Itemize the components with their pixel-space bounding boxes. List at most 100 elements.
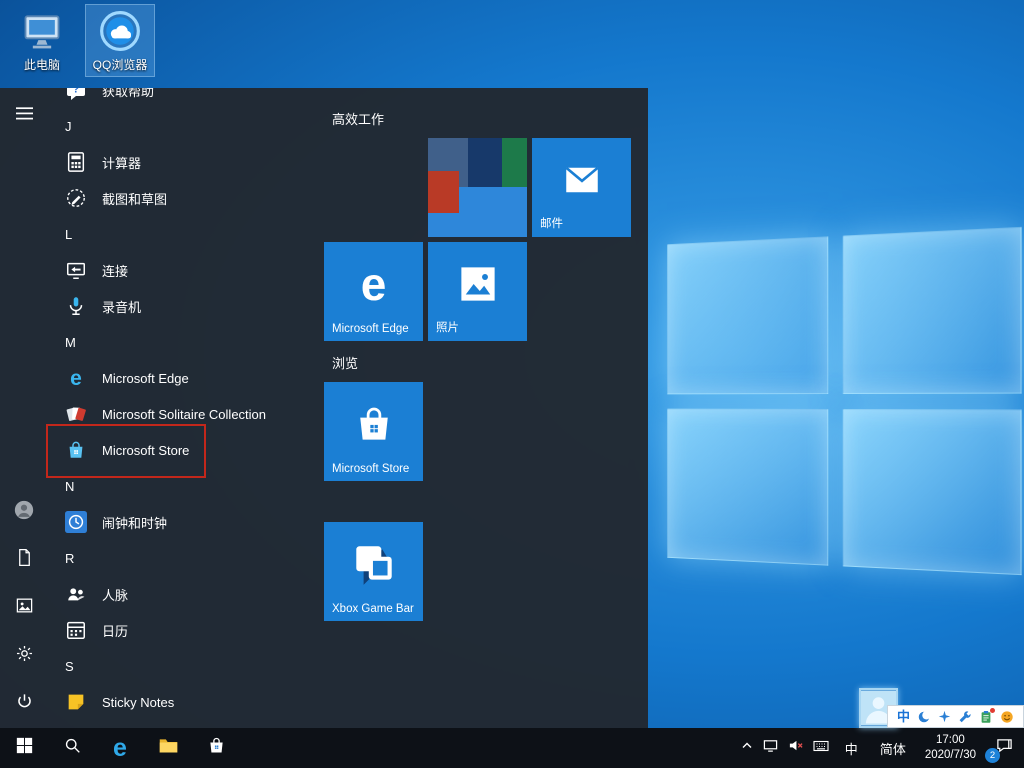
tile-label: Microsoft Edge [332,323,409,335]
tile-photos[interactable]: 照片 [428,242,527,341]
tile-xbox-game-bar[interactable]: Xbox Game Bar [324,522,423,621]
document-icon [15,548,34,572]
app-label: 录音机 [102,297,141,316]
tile-group-title: 浏览 [332,353,358,372]
start-section-header-s[interactable]: S [48,648,322,684]
search-button[interactable] [48,728,96,768]
start-app-sticky-notes[interactable]: Sticky Notes [48,684,322,720]
annotation-red-box [46,424,206,478]
tile-group-title: 高效工作 [332,109,384,128]
start-section-header-r[interactable]: R [48,540,322,576]
voice-recorder-icon [64,294,88,318]
ime-mode-button[interactable]: 中 [834,728,869,768]
settings-button[interactable] [0,632,48,680]
snip-sketch-icon [64,186,88,210]
edge-icon: e [113,736,127,761]
start-section-header-j[interactable]: J [48,108,322,144]
mail-icon [561,159,603,201]
hamburger-icon [16,105,33,127]
start-section-header-m[interactable]: M [48,324,322,360]
network-button[interactable] [758,728,783,768]
section-letter: N [65,479,74,494]
start-menu: ? 获取帮助 J 计算器 截图和草图 L 连接 [0,88,648,728]
start-app-voice-recorder[interactable]: 录音机 [48,288,322,324]
user-avatar-icon [13,499,35,526]
rail-bottom-group [0,488,48,728]
start-app-calendar[interactable]: 日历 [48,612,322,648]
this-pc-icon [19,8,65,54]
show-hidden-icons-button[interactable] [736,728,758,768]
start-button[interactable] [0,728,48,768]
action-center-button[interactable]: 2 [984,728,1024,768]
start-app-connect[interactable]: 连接 [48,252,322,288]
expand-menu-button[interactable] [0,92,48,140]
get-help-icon: ? [64,88,88,102]
edge-icon: e [64,366,88,390]
start-section-header-l[interactable]: L [48,216,322,252]
windows-logo-pane [667,236,828,394]
start-app-people[interactable]: 人脉 [48,576,322,612]
windows-logo [667,227,1022,575]
start-app-get-help[interactable]: ? 获取帮助 [48,88,322,108]
user-account-button[interactable] [0,488,48,536]
desktop-icon-this-pc[interactable]: 此电脑 [8,5,76,76]
gear-icon [15,644,34,668]
app-label: Microsoft Solitaire Collection [102,407,266,422]
qq-browser-icon [97,8,143,54]
taskbar-store-button[interactable] [192,728,240,768]
notification-dot [990,708,995,713]
ime-mode-label: 中 [839,739,864,758]
app-label: 计算器 [102,153,141,172]
section-letter: S [65,659,74,674]
touch-keyboard-button[interactable] [808,728,834,768]
sparkle-icon[interactable] [938,710,951,723]
app-label: 日历 [102,621,128,640]
clock[interactable]: 17:00 2020/7/30 [917,728,984,768]
sticky-notes-icon [64,690,88,714]
app-label: Sticky Notes [102,695,174,710]
tile-microsoft-store[interactable]: Microsoft Store [324,382,423,481]
ime-mode-indicator[interactable]: 中 [897,710,910,723]
night-mode-icon[interactable] [917,710,931,724]
start-tiles-area: 高效工作 邮件 e Microsoft Edge 照片 浏览 [324,88,648,728]
smiley-icon[interactable] [1000,710,1014,724]
documents-button[interactable] [0,536,48,584]
pictures-button[interactable] [0,584,48,632]
xbox-game-bar-icon [349,539,399,589]
tile-office[interactable] [428,138,527,237]
power-icon [15,692,34,716]
office-tile-square [502,138,527,187]
desktop-icon-qq-browser[interactable]: QQ浏览器 [86,5,154,76]
calculator-icon [64,150,88,174]
notification-count-badge: 2 [985,748,1000,763]
clipboard-icon[interactable] [979,710,993,724]
calendar-icon [64,618,88,642]
store-icon [352,402,396,446]
people-icon [64,582,88,606]
ime-language-button[interactable]: 简体 [869,728,917,768]
start-app-microsoft-edge[interactable]: e Microsoft Edge [48,360,322,396]
tile-microsoft-edge[interactable]: e Microsoft Edge [324,242,423,341]
start-menu-rail [0,88,48,728]
start-app-alarms-clock[interactable]: 闹钟和时钟 [48,504,322,540]
taskbar-file-explorer-button[interactable] [144,728,192,768]
tile-mail[interactable]: 邮件 [532,138,631,237]
start-app-snip-sketch[interactable]: 截图和草图 [48,180,322,216]
app-label: 人脉 [102,585,128,604]
volume-button[interactable] [783,728,808,768]
ime-language-label: 简体 [874,739,912,758]
power-button[interactable] [0,680,48,728]
start-app-list: ? 获取帮助 J 计算器 截图和草图 L 连接 [48,88,322,720]
tile-label: Xbox Game Bar [332,603,414,615]
desktop-icon-label: QQ浏览器 [93,56,148,73]
wrench-icon[interactable] [958,710,972,724]
windows-logo-pane [842,227,1021,394]
app-label: 连接 [102,261,128,280]
section-letter: L [65,227,72,242]
app-label: Microsoft Edge [102,371,189,386]
taskbar-edge-button[interactable]: e [96,728,144,768]
pictures-icon [15,596,34,620]
windows-logo-icon [16,737,33,759]
start-app-calculator[interactable]: 计算器 [48,144,322,180]
app-label: 截图和草图 [102,189,167,208]
